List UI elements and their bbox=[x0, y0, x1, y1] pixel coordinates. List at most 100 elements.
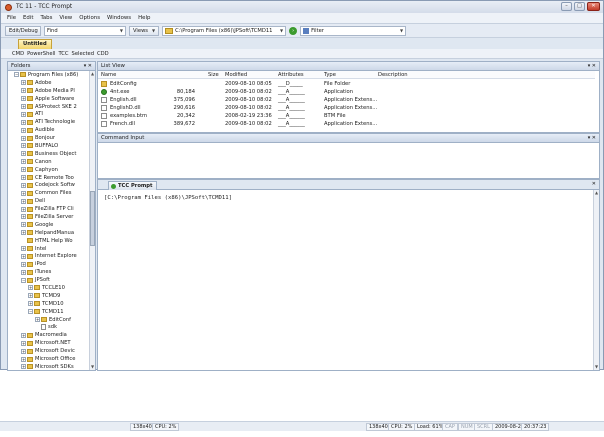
col-description[interactable]: Description bbox=[378, 72, 408, 78]
expand-icon[interactable]: + bbox=[21, 269, 26, 275]
tree-item[interactable]: + Codejock Softw bbox=[8, 181, 91, 189]
tree-item[interactable]: + TCCLE10 bbox=[8, 284, 91, 292]
tree-item[interactable]: + Macromedia bbox=[8, 331, 91, 339]
tab-untitled[interactable]: Untitled bbox=[18, 39, 52, 49]
tree-item[interactable]: + BUFFALO bbox=[8, 142, 91, 150]
expand-icon[interactable]: + bbox=[21, 111, 26, 117]
tree-item[interactable]: + ATI Technologie bbox=[8, 118, 91, 126]
pane-pin-icon[interactable]: ▾ ✕ bbox=[588, 62, 596, 70]
tree-item[interactable]: + ASProtect SKE 2 bbox=[8, 103, 91, 111]
scroll-down-icon[interactable]: ▼ bbox=[90, 364, 95, 370]
expand-icon[interactable]: + bbox=[21, 127, 26, 133]
expand-icon[interactable]: + bbox=[21, 340, 26, 346]
tree-item[interactable]: + CE Remote Too bbox=[8, 174, 91, 182]
expand-icon[interactable]: + bbox=[28, 285, 33, 291]
selected-button[interactable]: Selected bbox=[72, 51, 95, 57]
menu-options[interactable]: Options bbox=[79, 15, 100, 21]
menu-tabs[interactable]: Tabs bbox=[40, 15, 52, 21]
scroll-down-icon[interactable]: ▼ bbox=[594, 364, 599, 370]
tree-item[interactable]: + Audible bbox=[8, 126, 91, 134]
tree-item[interactable]: + FileZilla Server bbox=[8, 213, 91, 221]
expand-icon[interactable]: + bbox=[21, 222, 26, 228]
scroll-up-icon[interactable]: ▲ bbox=[594, 190, 599, 196]
expand-icon[interactable] bbox=[21, 238, 26, 243]
tree-item[interactable]: + Common Files bbox=[8, 189, 91, 197]
cdd-button[interactable]: CDD bbox=[97, 51, 109, 57]
expand-icon[interactable]: + bbox=[21, 214, 26, 220]
tree-item[interactable]: + FileZilla FTP Cli bbox=[8, 205, 91, 213]
expand-icon[interactable]: + bbox=[21, 198, 26, 204]
tree-item[interactable]: + TCMD10 bbox=[8, 300, 91, 308]
tab-tcc-prompt[interactable]: TCC Prompt bbox=[108, 181, 158, 190]
tree-item[interactable]: + Intel bbox=[8, 245, 91, 253]
expand-icon[interactable]: + bbox=[21, 151, 26, 157]
tcc-button[interactable]: TCC bbox=[58, 51, 68, 57]
col-modified[interactable]: Modified bbox=[225, 72, 247, 78]
expand-icon[interactable]: + bbox=[21, 332, 26, 338]
go-icon[interactable]: › bbox=[289, 26, 298, 35]
expand-icon[interactable]: + bbox=[21, 143, 26, 149]
menu-windows[interactable]: Windows bbox=[107, 15, 131, 21]
expand-icon[interactable]: + bbox=[21, 364, 26, 370]
menu-view[interactable]: View bbox=[59, 15, 72, 21]
console-prompt[interactable]: [C:\Program Files (x86)\JPSoft\TCMD11] bbox=[104, 195, 232, 201]
expand-icon[interactable]: + bbox=[21, 175, 26, 181]
scrollbar-thumb[interactable] bbox=[90, 191, 95, 246]
table-row[interactable]: English.dll 375,096 2009-08-10 08:02 ___A__… bbox=[98, 96, 595, 104]
tree-item[interactable]: + ATI bbox=[8, 110, 91, 118]
tree-item[interactable]: + Internet Explore bbox=[8, 252, 91, 260]
console-scrollbar[interactable]: ▲ ▼ bbox=[593, 190, 599, 370]
tree-item[interactable]: + EditConf bbox=[8, 316, 91, 324]
expand-icon[interactable]: + bbox=[21, 246, 26, 252]
expand-icon[interactable]: + bbox=[21, 356, 26, 362]
expand-icon[interactable]: + bbox=[21, 104, 26, 109]
mode-dropdown[interactable]: Edit/Debug bbox=[5, 25, 41, 36]
tree-item[interactable]: + iPod bbox=[8, 260, 91, 268]
tree-item[interactable]: + Caphyon bbox=[8, 166, 91, 174]
tree-item[interactable]: + Bonjour bbox=[8, 134, 91, 142]
close-icon[interactable]: ✕ bbox=[592, 181, 596, 187]
tree-item[interactable]: + Adobe Media Pl bbox=[8, 87, 91, 95]
expand-icon[interactable]: + bbox=[21, 167, 26, 173]
tree-item[interactable]: + Microsoft SDKs bbox=[8, 363, 91, 370]
expand-icon[interactable]: + bbox=[21, 253, 26, 259]
tree-item[interactable]: + Microsoft.NET bbox=[8, 339, 91, 347]
expand-icon[interactable]: + bbox=[21, 206, 26, 212]
col-attributes[interactable]: Attributes bbox=[278, 72, 304, 78]
collapse-icon[interactable]: − bbox=[28, 309, 33, 315]
expand-icon[interactable]: + bbox=[21, 80, 26, 86]
folders-scrollbar[interactable]: ▲ ▼ bbox=[89, 71, 95, 370]
close-button[interactable]: ✕ bbox=[587, 2, 600, 11]
pane-pin-icon[interactable]: ▾ ✕ bbox=[588, 134, 596, 142]
table-row[interactable]: EnglishD.dll 290,616 2009-08-10 08:02 ___A_… bbox=[98, 104, 595, 112]
tree-item[interactable]: + HelpandManua bbox=[8, 229, 91, 237]
table-row[interactable]: EditConfig 2009-08-10 08:05 ___D_____ File … bbox=[98, 80, 595, 88]
expand-icon[interactable]: + bbox=[21, 88, 26, 94]
expand-icon[interactable]: + bbox=[35, 317, 40, 323]
expand-icon[interactable]: + bbox=[21, 119, 26, 125]
pane-pin-icon[interactable]: ▾ ✕ bbox=[84, 62, 92, 70]
table-row[interactable]: examples.btm 20,342 2008-02-19 23:36 ___A__… bbox=[98, 112, 595, 120]
col-type[interactable]: Type bbox=[324, 72, 336, 78]
expand-icon[interactable]: + bbox=[21, 230, 26, 236]
expand-icon[interactable]: + bbox=[21, 190, 26, 196]
tree-item[interactable]: − JPSoft bbox=[8, 276, 91, 284]
collapse-icon[interactable]: − bbox=[14, 72, 19, 78]
cmd-button[interactable]: CMD bbox=[12, 51, 24, 57]
table-row[interactable]: 4nt.exe 80,184 2009-08-10 08:02 ___A______ A… bbox=[98, 88, 595, 96]
expand-icon[interactable]: + bbox=[28, 293, 33, 299]
menu-help[interactable]: Help bbox=[138, 15, 150, 21]
expand-icon[interactable]: + bbox=[21, 348, 26, 354]
views-button[interactable]: Views ▼ bbox=[129, 25, 160, 36]
table-row[interactable]: French.dll 389,672 2009-08-10 08:02 ___A___… bbox=[98, 120, 595, 128]
tree-item[interactable]: − Program Files (x86) bbox=[8, 71, 91, 79]
tree-item[interactable]: − TCMD11 bbox=[8, 308, 91, 316]
col-size[interactable]: Size bbox=[208, 72, 219, 78]
tree-item[interactable]: + Canon bbox=[8, 158, 91, 166]
tree-item[interactable]: + Google bbox=[8, 221, 91, 229]
find-input[interactable]: Find ▼ bbox=[44, 25, 126, 36]
command-input-area[interactable] bbox=[98, 143, 599, 178]
expand-icon[interactable]: + bbox=[21, 182, 26, 188]
powershell-button[interactable]: PowerShell bbox=[27, 51, 55, 57]
scroll-up-icon[interactable]: ▲ bbox=[90, 71, 95, 77]
